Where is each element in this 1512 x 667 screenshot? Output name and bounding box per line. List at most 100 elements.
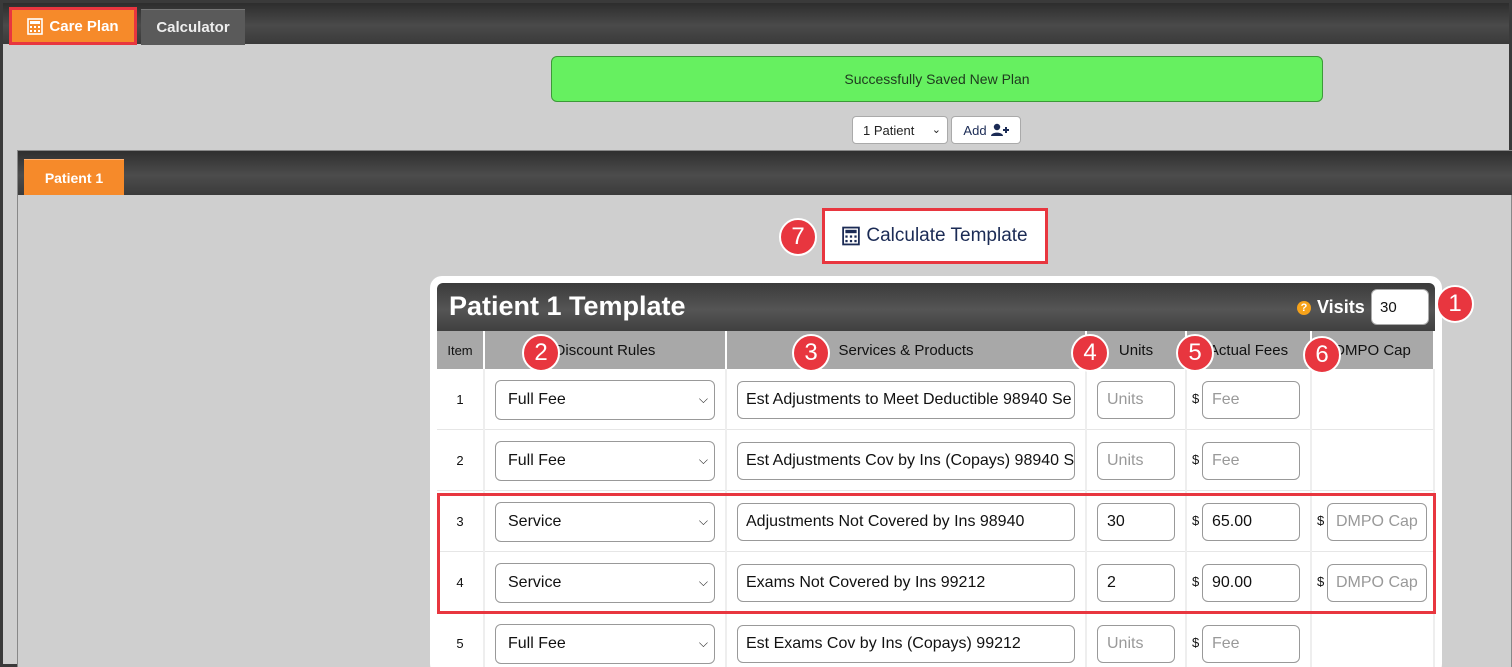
callout-badge: 5 [1176,334,1214,372]
callout-badge: 1 [1436,285,1474,323]
units-input[interactable]: Units [1097,625,1175,663]
item-number-cell: 1 [437,369,485,430]
fee-input[interactable]: Fee [1202,381,1300,419]
item-number: 3 [456,514,464,529]
discount-rule-select[interactable]: Full Fee ⌵ [495,441,715,481]
callout-badge: 7 [779,218,817,256]
fee-input[interactable]: Fee [1202,625,1300,663]
units-input[interactable]: 30 [1097,503,1175,541]
template-rows: 1 Full Fee ⌵ Est Adjustments to Meet Deduct… [437,369,1435,667]
fee-value: Fee [1212,452,1240,469]
callout-badge: 2 [522,334,560,372]
discount-rule-value: Service [508,513,562,530]
item-number-cell: 2 [437,430,485,491]
service-input[interactable]: Exams Not Covered by Ins 99212 [737,564,1075,602]
item-number: 5 [456,636,464,651]
discount-rule-select[interactable]: Full Fee ⌵ [495,624,715,664]
chevron-down-icon: ⌵ [698,453,708,467]
discount-rule-cell: Full Fee ⌵ [485,369,727,430]
template-card: Patient 1 Template ? Visits 30 Item Disc… [430,276,1442,667]
table-row: 2 Full Fee ⌵ Est Adjustments Cov by Ins (Co… [437,430,1435,491]
units-cell: Units [1087,613,1187,667]
dmpo-cell [1312,369,1435,430]
item-number: 2 [456,453,464,468]
item-number: 4 [456,575,464,590]
units-cell: 2 [1087,552,1187,613]
dmpo-cap-input[interactable]: DMPO Cap [1327,564,1427,602]
fee-input[interactable]: Fee [1202,442,1300,480]
patient-count-select[interactable]: 1 Patient ⌄ [852,116,948,144]
discount-rule-select[interactable]: Full Fee ⌵ [495,380,715,420]
units-input[interactable]: Units [1097,442,1175,480]
discount-rule-select[interactable]: Service ⌵ [495,502,715,542]
table-row: 4 Service ⌵ Exams Not Covered by Ins 99212 2… [437,552,1435,613]
template-header: Patient 1 Template ? Visits 30 [437,283,1435,331]
fee-value: 65.00 [1212,513,1253,530]
units-value: 30 [1107,513,1125,530]
fee-cell: $90.00 [1187,552,1312,613]
service-input[interactable]: Est Exams Cov by Ins (Copays) 99212 [737,625,1075,663]
callout-badge: 6 [1303,336,1341,374]
service-input[interactable]: Adjustments Not Covered by Ins 98940 [737,503,1075,541]
add-patient-button[interactable]: Add [951,116,1021,144]
discount-rule-value: Full Fee [508,391,566,408]
fee-input[interactable]: 90.00 [1202,564,1300,602]
units-input[interactable]: Units [1097,381,1175,419]
help-icon[interactable]: ? [1297,300,1311,315]
item-number: 1 [456,392,464,407]
discount-rule-cell: Full Fee ⌵ [485,430,727,491]
units-value: 2 [1107,574,1116,591]
service-cell: Est Adjustments Cov by Ins (Copays) 9894… [727,430,1087,491]
item-number-cell: 5 [437,613,485,667]
calculate-template-label: Calculate Template [866,225,1028,246]
dmpo-cap-placeholder: DMPO Cap [1336,574,1418,591]
tab-patient-1-label: Patient 1 [44,169,104,186]
fee-cell: $65.00 [1187,491,1312,552]
currency-symbol: $ [1317,513,1325,528]
service-input[interactable]: Est Adjustments to Meet Deductible 98940… [737,381,1075,419]
add-button-label: Add [963,122,987,138]
column-header-item: Item [437,331,485,369]
item-number-cell: 4 [437,552,485,613]
calculator-icon [27,17,44,35]
units-input[interactable]: 2 [1097,564,1175,602]
discount-rule-cell: Service ⌵ [485,552,727,613]
calculate-template-button[interactable]: Calculate Template [822,208,1048,264]
visits-label: ? Visits [1297,297,1365,318]
chevron-down-icon: ⌵ [698,575,708,589]
tab-patient-1[interactable]: Patient 1 [24,159,124,195]
fee-input[interactable]: 65.00 [1202,503,1300,541]
tab-calculator[interactable]: Calculator [141,9,245,45]
dmpo-cell: $ DMPO Cap [1312,552,1435,613]
units-cell: Units [1087,430,1187,491]
currency-symbol: $ [1192,574,1200,589]
currency-symbol: $ [1192,391,1200,406]
callout-badge: 4 [1071,334,1109,372]
add-user-icon [990,123,1009,136]
service-input[interactable]: Est Adjustments Cov by Ins (Copays) 9894… [737,442,1075,480]
units-value: Units [1107,452,1144,469]
tab-care-plan-label: Care Plan [49,17,119,35]
currency-symbol: $ [1317,574,1325,589]
chevron-down-icon: ⌄ [931,124,941,136]
dmpo-cell [1312,430,1435,491]
discount-rule-value: Full Fee [508,635,566,652]
fee-value: Fee [1212,635,1240,652]
table-header: Item Discount Rules Services & Products … [437,331,1435,369]
dmpo-cap-input[interactable]: DMPO Cap [1327,503,1427,541]
currency-symbol: $ [1192,635,1200,650]
discount-rule-select[interactable]: Service ⌵ [495,563,715,603]
tab-care-plan[interactable]: Care Plan [9,7,137,45]
service-cell: Est Exams Cov by Ins (Copays) 99212 [727,613,1087,667]
tab-calculator-label: Calculator [156,19,230,36]
success-banner: Successfully Saved New Plan [551,56,1323,102]
table-row: 3 Service ⌵ Adjustments Not Covered by Ins … [437,491,1435,552]
chevron-down-icon: ⌵ [698,636,708,650]
patient-tab-bar: Patient 1 [18,151,1512,195]
visits-input[interactable]: 30 [1371,289,1429,325]
service-cell: Exams Not Covered by Ins 99212 [727,552,1087,613]
chevron-down-icon: ⌵ [698,392,708,406]
fee-cell: $ Fee [1187,613,1312,667]
discount-rule-value: Service [508,574,562,591]
currency-symbol: $ [1192,452,1200,467]
